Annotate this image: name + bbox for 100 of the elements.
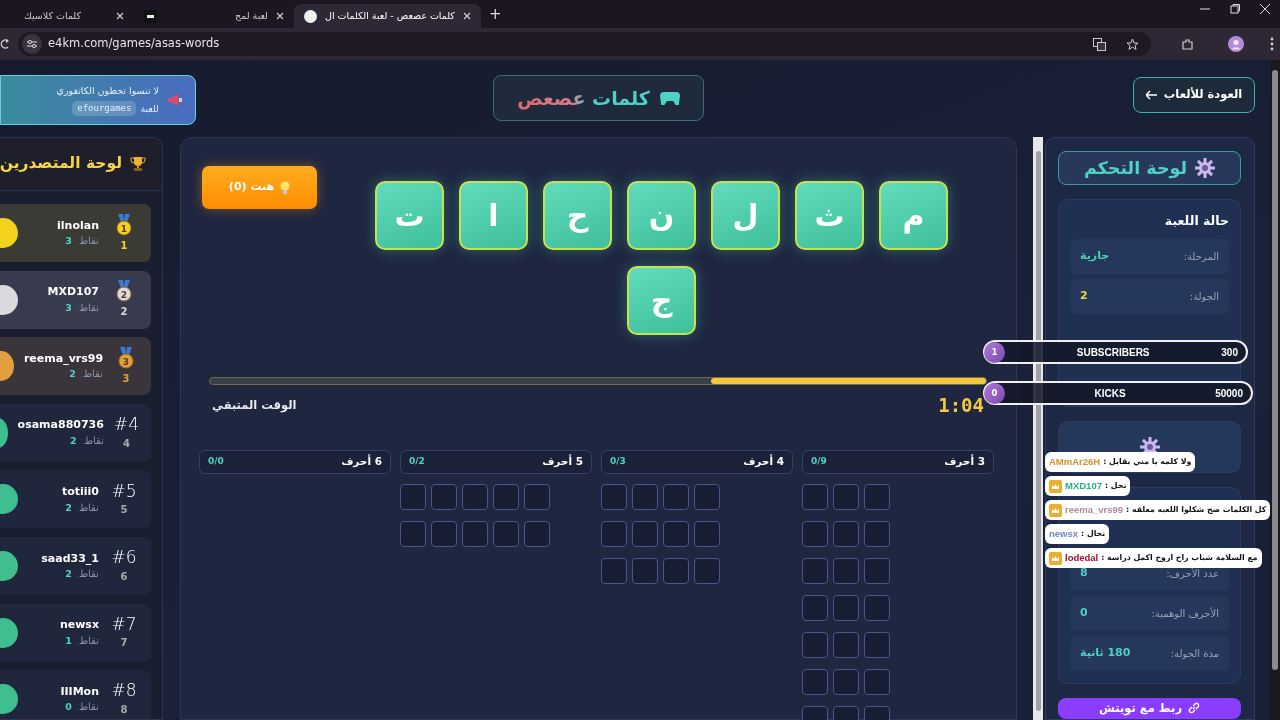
group-count: 0/2 xyxy=(409,454,425,468)
points-value: 1 xyxy=(65,633,72,648)
tab-title: لعبة لمح xyxy=(234,8,268,23)
browser-tab[interactable]: كلمات عصعص - لعبة الكلمات ال xyxy=(294,4,481,28)
points-value: 3 xyxy=(65,234,72,249)
player-name: MXD107 xyxy=(46,284,99,301)
points-label: نقاط: xyxy=(79,367,104,382)
points-label: نقاط: xyxy=(75,300,99,315)
link-icon xyxy=(1188,702,1201,715)
site-settings-icon[interactable] xyxy=(22,34,42,54)
chat-username: MXD107 xyxy=(1065,478,1102,493)
points-value: 3 xyxy=(65,300,72,315)
count-badge: 0 xyxy=(984,382,1005,404)
info-value: 0 xyxy=(1080,605,1088,622)
points-value: 2 xyxy=(65,567,72,582)
info-value: 8 xyxy=(1080,565,1088,582)
info-value: 180 ثانية xyxy=(1080,645,1131,662)
rank-number: 3 xyxy=(122,371,130,386)
letter-tile[interactable]: ت xyxy=(375,181,444,250)
points-label: نقاط: xyxy=(80,433,104,448)
translate-icon[interactable] xyxy=(1093,37,1106,51)
rank-label: #4 xyxy=(113,414,139,434)
rank-number: 5 xyxy=(120,503,128,518)
points-label: نقاط: xyxy=(75,500,99,515)
group-count: 0/9 xyxy=(811,454,827,468)
new-tab-button[interactable]: + xyxy=(488,2,502,25)
letter-tile[interactable]: ا xyxy=(459,181,528,250)
extensions-icon[interactable] xyxy=(1181,37,1194,51)
letter-tile[interactable]: ج xyxy=(627,266,696,335)
category-code: efourgames xyxy=(72,100,137,117)
chat-username: AMmAr26H xyxy=(1049,454,1101,469)
letter-tile[interactable]: ث xyxy=(795,181,864,250)
gamepad-icon xyxy=(659,91,680,105)
player-name: newsx xyxy=(58,617,99,634)
twitch-button[interactable]: ربط مع تويتش xyxy=(1058,697,1241,719)
rank-label: #7 xyxy=(111,614,137,634)
tab-title: كلمات كلاسيك xyxy=(24,8,83,23)
player-name: osama880736 xyxy=(17,417,104,434)
timer-value: 1:04 xyxy=(938,393,984,418)
letter-tile[interactable]: م xyxy=(879,181,948,250)
banner-text: للعبة xyxy=(140,101,159,116)
player-name: IIIMon xyxy=(59,683,99,700)
hint-button[interactable]: هنت (0) xyxy=(202,166,317,209)
points-value: 2 xyxy=(65,500,72,515)
panel-title: لوحة التحكم xyxy=(1083,157,1188,181)
group-count: 0/0 xyxy=(208,454,224,468)
group-label: 5 أحرف xyxy=(542,453,583,470)
letter-tile[interactable]: ل xyxy=(711,181,780,250)
info-label: عدد الأحرف: xyxy=(1166,566,1219,581)
address-text[interactable]: e4km.com/games/asas-words xyxy=(48,35,220,53)
tab-favicon-icon xyxy=(144,9,157,23)
status-label: الجولة: xyxy=(1189,290,1219,305)
leaderboard-title: لوحة المتصدرين xyxy=(0,153,122,175)
card-title: حالة اللعبة xyxy=(1163,212,1229,231)
trophy-icon xyxy=(130,156,146,172)
rank-number: 6 xyxy=(120,569,128,584)
count-badge: 1 xyxy=(984,341,1005,363)
browser-tab[interactable]: كلمات كلاسيك xyxy=(14,4,134,28)
chat-username: newsx xyxy=(1049,526,1079,541)
profile-avatar-icon[interactable] xyxy=(1228,36,1244,52)
close-icon[interactable] xyxy=(462,12,471,20)
rank-label: #6 xyxy=(111,548,137,567)
banner-text: لا تنسوا تحطون الكاتقوري xyxy=(56,83,159,98)
rank-number: 1 xyxy=(120,238,128,253)
lightbulb-icon xyxy=(280,180,291,195)
chat-username: lodedal xyxy=(1065,550,1099,565)
close-icon[interactable] xyxy=(116,12,124,20)
status-value: 2 xyxy=(1080,288,1088,305)
arrow-icon xyxy=(1145,90,1158,100)
browser-tab[interactable]: لعبة لمح xyxy=(134,4,294,28)
player-name: totiii0 xyxy=(60,484,99,500)
counter-label: KICKS xyxy=(1093,386,1127,401)
scrollbar[interactable] xyxy=(1270,60,1280,720)
letter-tile[interactable]: ن xyxy=(627,181,696,250)
rank-label: #8 xyxy=(111,681,137,700)
reload-icon[interactable] xyxy=(0,38,10,50)
points-value: 0 xyxy=(65,700,72,715)
close-icon[interactable] xyxy=(276,12,284,20)
tab-title: كلمات عصعص - لعبة الكلمات ال xyxy=(325,8,455,23)
player-name: saad33_1 xyxy=(40,550,99,567)
counter-value: 300 xyxy=(1221,345,1238,360)
rank-label: #5 xyxy=(111,481,137,501)
tab-favicon-icon xyxy=(304,9,317,23)
megaphone-icon xyxy=(167,93,183,107)
points-label: نقاط: xyxy=(75,700,99,715)
letter-tile[interactable]: ح xyxy=(543,181,612,250)
counter-label: SUBSCRIBERS xyxy=(1075,345,1151,360)
scrollbar[interactable] xyxy=(1033,137,1043,720)
chat-username: reema_vrs99 xyxy=(1065,502,1124,517)
points-label: نقاط: xyxy=(75,567,99,582)
close-icon[interactable] xyxy=(1260,4,1270,14)
group-label: 6 أحرف xyxy=(341,453,382,470)
menu-icon[interactable] xyxy=(1270,37,1274,51)
counter-value: 50000 xyxy=(1215,386,1243,401)
back-button[interactable]: العودة للألعاب xyxy=(1133,77,1255,113)
player-name: reema_vrs99 xyxy=(23,350,104,367)
star-icon[interactable] xyxy=(1126,37,1139,51)
points-label: نقاط: xyxy=(75,633,99,648)
restore-icon[interactable] xyxy=(1230,4,1240,14)
rank-number: 8 xyxy=(120,703,128,717)
